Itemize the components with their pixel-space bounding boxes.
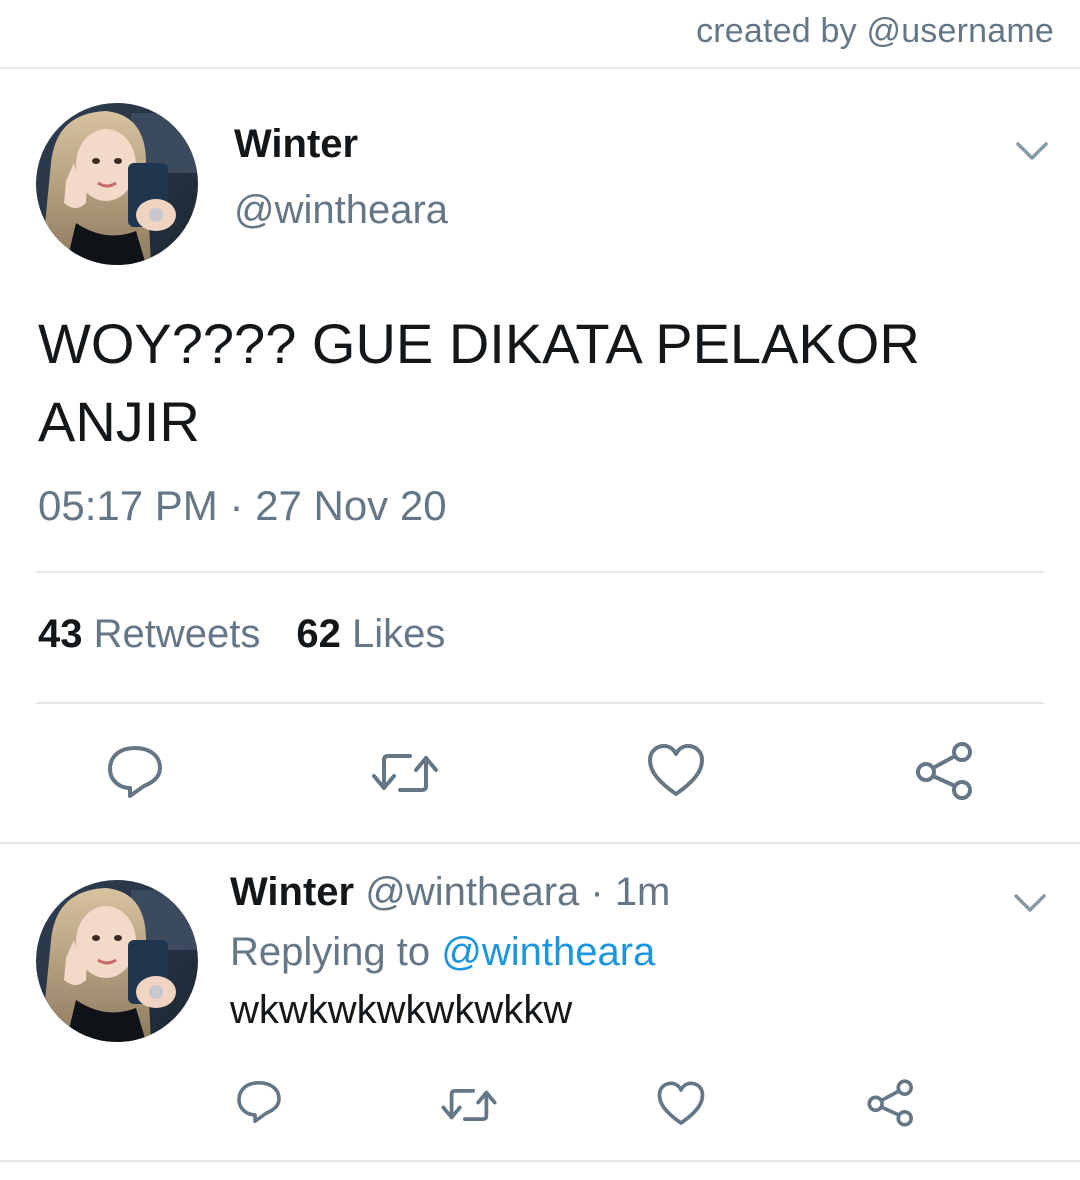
reply-time-separator: · [579, 870, 615, 914]
stats-top-divider [36, 571, 1044, 573]
reply-author-name[interactable]: Winter [230, 870, 354, 914]
tweet-timestamp[interactable]: 05:17 PM · 27 Nov 20 [38, 482, 447, 530]
like-label: Likes [352, 612, 446, 656]
header-divider [0, 67, 1080, 69]
reply-author-handle[interactable]: @wintheara [365, 870, 579, 914]
reply-avatar[interactable] [36, 880, 198, 1042]
avatar-photo [36, 880, 198, 1042]
tweet-divider [0, 842, 1080, 844]
author-handle[interactable]: @wintheara [234, 188, 448, 233]
chevron-down-icon[interactable] [1012, 136, 1052, 166]
replying-to: Replying to @wintheara [230, 930, 655, 975]
like-stat[interactable]: 62 Likes [296, 612, 445, 656]
retweet-icon[interactable] [370, 748, 440, 798]
bottom-divider [0, 1160, 1080, 1162]
reply-icon[interactable] [104, 742, 166, 802]
credit-label: created by @username [696, 12, 1054, 50]
tweet-text-line-1: WOY???? GUE DIKATA PELAKOR [38, 312, 920, 375]
reply-icon[interactable] [234, 1078, 284, 1126]
retweet-label: Retweets [93, 612, 261, 656]
retweet-count: 43 [38, 612, 83, 656]
retweet-icon[interactable] [440, 1084, 498, 1126]
share-icon[interactable] [866, 1078, 916, 1128]
share-icon[interactable] [914, 740, 976, 802]
tweet-text-line-2: ANJIR [38, 390, 200, 453]
reply-header: Winter @wintheara · 1m [230, 870, 670, 915]
reply-time[interactable]: 1m [615, 870, 671, 914]
like-icon[interactable] [646, 742, 706, 800]
stats-bottom-divider [36, 702, 1044, 704]
chevron-down-icon[interactable] [1010, 888, 1050, 918]
avatar[interactable] [36, 103, 198, 265]
reply-text: wkwkwkwkwkwkkw [230, 988, 573, 1032]
like-icon[interactable] [656, 1080, 706, 1128]
engagement-stats: 43 Retweets 62 Likes [38, 612, 445, 657]
tweet-text: WOY???? GUE DIKATA PELAKOR ANJIR [38, 305, 1038, 461]
author-name[interactable]: Winter [234, 122, 358, 167]
replying-prefix: Replying to [230, 930, 442, 974]
like-count: 62 [296, 612, 341, 656]
replying-to-link[interactable]: @wintheara [441, 930, 655, 974]
avatar-photo [36, 103, 198, 265]
retweet-stat[interactable]: 43 Retweets [38, 612, 260, 656]
